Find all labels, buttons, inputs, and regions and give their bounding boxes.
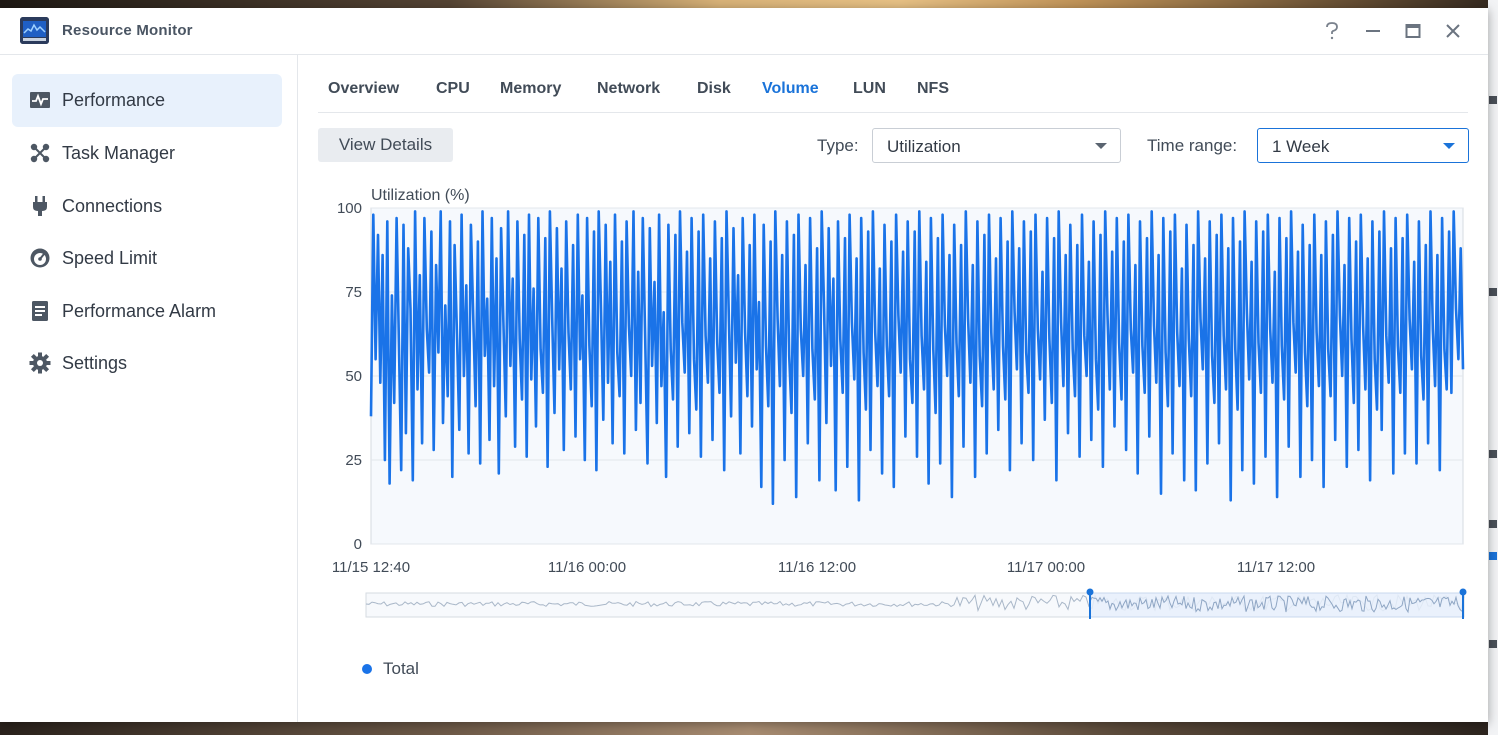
legend-item-total: Total [383,659,419,678]
x-tick-label: 11/16 00:00 [548,559,626,576]
y-tick-label: 75 [345,284,362,301]
y-tick-label: 25 [345,452,362,469]
resource-monitor-window: Resource Monitor Performance Task Manage… [0,8,1488,722]
x-tick-label: 11/17 12:00 [1237,559,1315,576]
legend-marker [362,664,372,674]
background-window-edge [1488,0,1498,735]
desktop-background-bottom [0,722,1498,735]
x-tick-label: 11/17 00:00 [1007,559,1085,576]
y-tick-label: 100 [337,200,362,217]
chart-legend[interactable]: Total [362,659,419,679]
y-tick-label: 0 [354,536,362,553]
x-tick-label: 11/15 12:40 [332,559,410,576]
utilization-chart: Utilization (%) 0 25 50 75 100 11/15 12:40 11/1… [332,187,1467,619]
y-tick-label: 50 [345,368,362,385]
navigator-handle-start-knob[interactable] [1086,588,1094,596]
x-tick-label: 11/16 12:00 [778,559,856,576]
y-axis-title: Utilization (%) [371,187,470,204]
navigator-handle-end-knob[interactable] [1459,588,1467,596]
desktop-background-top [0,0,1498,8]
